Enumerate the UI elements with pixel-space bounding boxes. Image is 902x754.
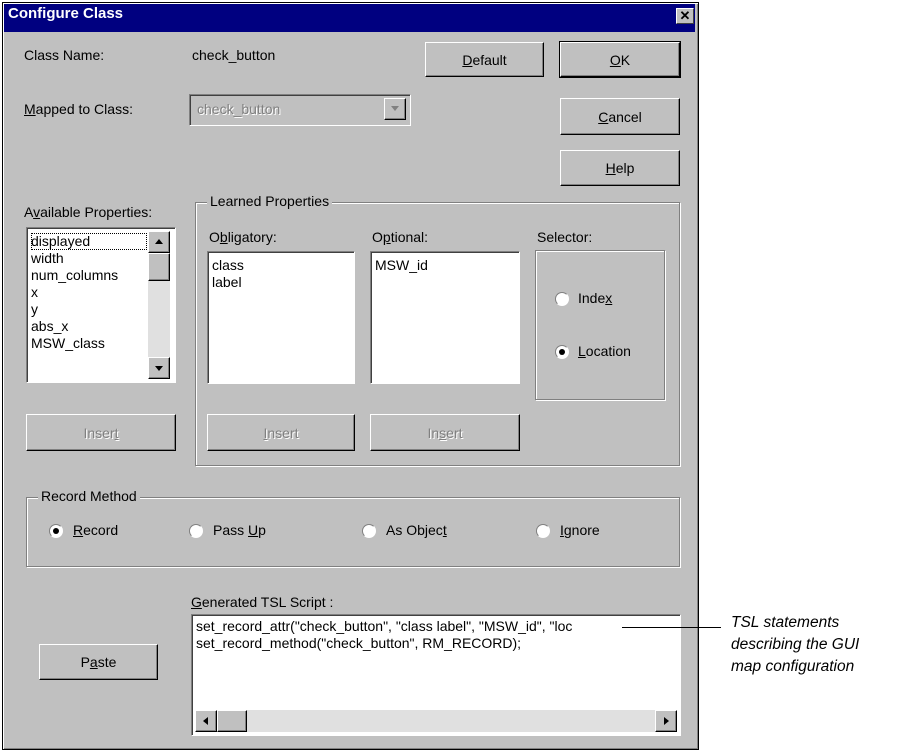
ok-button[interactable]: OK	[560, 42, 680, 77]
paste-button-label: Paste	[80, 654, 117, 670]
help-button-label: Help	[605, 160, 635, 176]
scroll-thumb[interactable]	[148, 253, 170, 281]
scroll-up-button[interactable]	[148, 231, 170, 253]
script-line: set_record_method("check_button", RM_REC…	[196, 635, 522, 651]
arrow-right-icon	[664, 717, 669, 725]
radio-location[interactable]	[555, 345, 569, 359]
scroll-down-button[interactable]	[148, 357, 170, 379]
default-button-label: Default	[462, 51, 507, 68]
radio-ignore-label[interactable]: Ignore	[560, 522, 600, 538]
help-button[interactable]: Help	[560, 150, 680, 186]
insert-button-label: Insert	[263, 424, 299, 441]
list-item[interactable]: label	[212, 274, 244, 291]
scroll-thumb[interactable]	[217, 710, 247, 732]
learned-properties-label: Learned Properties	[207, 193, 333, 209]
list-item[interactable]: MSW_id	[375, 257, 428, 274]
horizontal-scrollbar[interactable]	[195, 710, 677, 732]
selector-label: Selector:	[537, 229, 593, 245]
paste-button[interactable]: Paste	[39, 644, 158, 680]
chevron-down-icon	[391, 106, 399, 111]
radio-as-object-label[interactable]: As Object	[386, 522, 447, 538]
mapped-to-class-combo: check_button	[189, 94, 411, 126]
insert-available-button: Insert	[26, 414, 176, 451]
radio-pass-up[interactable]	[189, 524, 203, 538]
annotation-line: TSL statements	[731, 614, 840, 631]
available-properties-scrollbar[interactable]	[148, 231, 170, 379]
arrow-down-icon	[155, 366, 163, 371]
optional-label: Optional:	[372, 229, 429, 245]
list-item[interactable]: abs_x	[31, 318, 147, 335]
close-button[interactable]: ✕	[676, 8, 694, 24]
selector-box: Index Location	[535, 250, 665, 400]
radio-location-label[interactable]: Location	[578, 343, 631, 359]
mapped-to-class-label: Mapped to Class:	[24, 101, 133, 117]
mapped-to-class-value: check_button	[197, 101, 281, 117]
generated-script-label: Generated TSL Script :	[191, 594, 334, 610]
list-item[interactable]: MSW_class	[31, 335, 147, 352]
radio-index[interactable]	[555, 292, 569, 306]
insert-optional-button: Insert	[370, 414, 520, 451]
obligatory-list[interactable]: class label	[207, 251, 355, 384]
cancel-button[interactable]: Cancel	[560, 98, 680, 135]
available-properties-list[interactable]: displayed width num_columns x y abs_x MS…	[26, 227, 176, 383]
annotation-line: describing the GUI	[731, 636, 860, 653]
list-item[interactable]: displayed	[31, 233, 147, 250]
callout-line-inner	[622, 627, 700, 628]
available-properties-label: Available Properties:	[24, 204, 153, 220]
radio-record-label[interactable]: Record	[73, 522, 118, 538]
class-name-label: Class Name:	[24, 47, 105, 63]
arrow-up-icon	[155, 239, 163, 244]
list-item[interactable]: y	[31, 301, 147, 318]
radio-record[interactable]	[49, 524, 63, 538]
scroll-left-button[interactable]	[195, 710, 217, 732]
list-item[interactable]: x	[31, 284, 147, 301]
insert-button-label: Insert	[83, 424, 119, 441]
insert-button-label: Insert	[427, 424, 463, 441]
arrow-left-icon	[203, 717, 208, 725]
obligatory-label: Obligatory:	[209, 229, 277, 245]
scroll-right-button[interactable]	[655, 710, 677, 732]
optional-list[interactable]: MSW_id	[370, 251, 520, 384]
callout-line	[697, 627, 721, 628]
record-method-label: Record Method	[38, 488, 140, 504]
ok-button-label: OK	[609, 51, 631, 68]
generated-script-textbox[interactable]: set_record_attr("check_button", "class l…	[191, 614, 681, 736]
list-item[interactable]: width	[31, 250, 147, 267]
close-icon: ✕	[679, 8, 691, 23]
script-line: set_record_attr("check_button", "class l…	[196, 618, 573, 634]
insert-obligatory-button: Insert	[207, 414, 355, 451]
mapped-to-class-dropdown-button	[384, 98, 406, 120]
default-button[interactable]: Default	[425, 42, 544, 77]
annotation-line: map configuration	[731, 658, 855, 675]
class-name-value: check_button	[192, 47, 276, 63]
radio-index-label[interactable]: Index	[578, 290, 612, 306]
annotation-text: TSL statements describing the GUI map co…	[731, 612, 859, 678]
radio-ignore[interactable]	[536, 524, 550, 538]
cancel-button-label: Cancel	[598, 108, 642, 125]
dialog-title: Configure Class	[8, 5, 124, 22]
radio-pass-up-label[interactable]: Pass Up	[213, 522, 266, 538]
script-text: set_record_attr("check_button", "class l…	[196, 618, 674, 652]
radio-as-object[interactable]	[362, 524, 376, 538]
list-item[interactable]: num_columns	[31, 267, 147, 284]
list-item[interactable]: class	[212, 257, 244, 274]
